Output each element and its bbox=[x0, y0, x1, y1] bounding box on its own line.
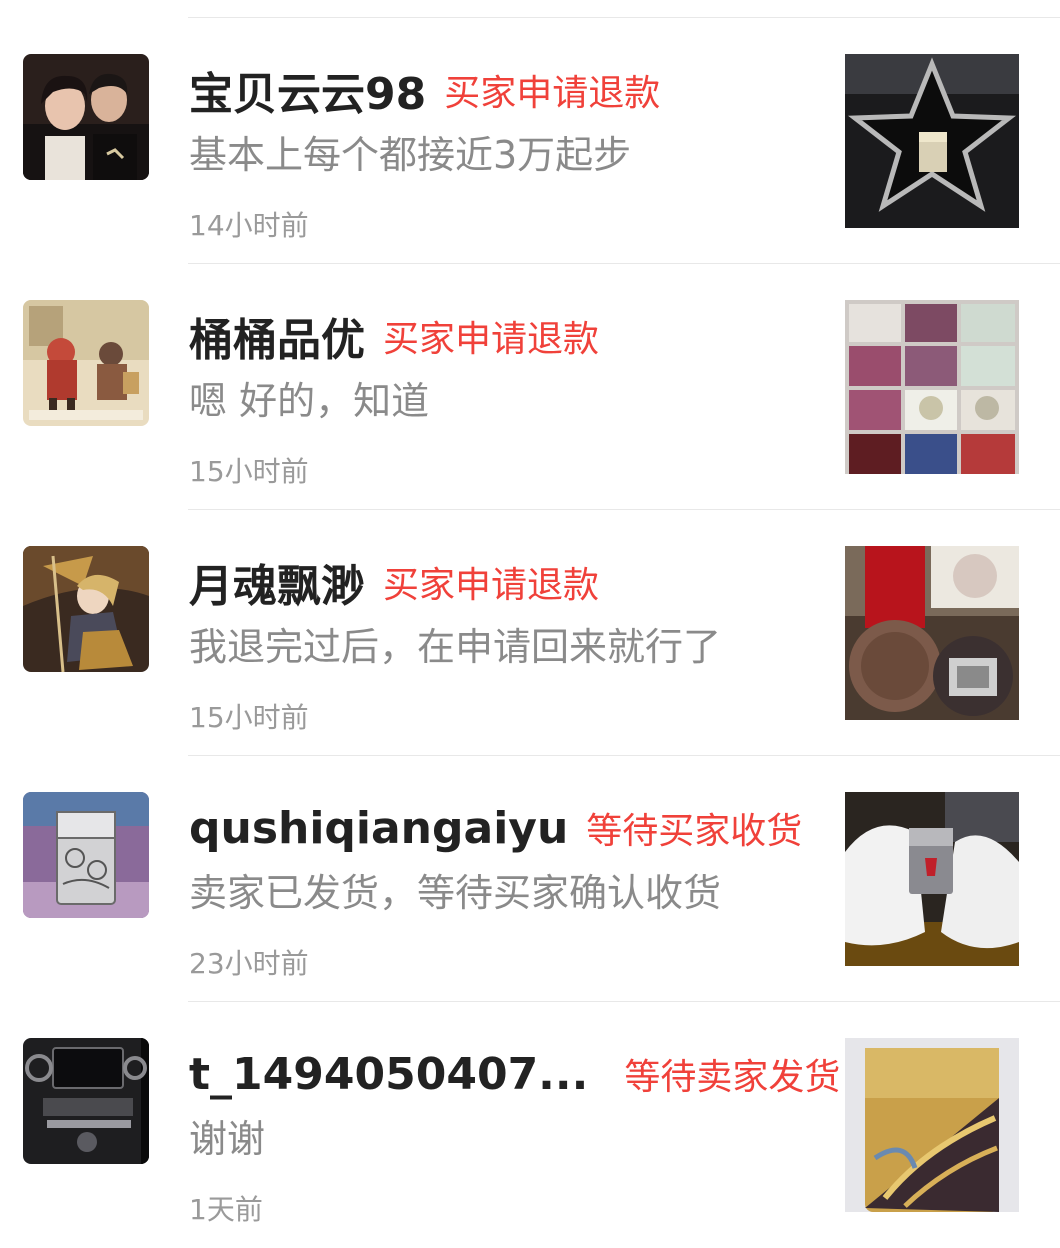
last-message: 基本上每个都接近3万起步 bbox=[189, 133, 632, 177]
last-message: 我退完过后，在申请回来就行了 bbox=[189, 625, 722, 669]
last-message: 嗯 好的，知道 bbox=[189, 379, 430, 423]
contact-name: 宝贝云云98 bbox=[189, 69, 427, 120]
avatar[interactable] bbox=[23, 1038, 149, 1164]
avatar[interactable] bbox=[23, 300, 149, 426]
product-thumbnail[interactable] bbox=[845, 1038, 1019, 1212]
product-thumbnail[interactable] bbox=[845, 300, 1019, 474]
game-character-icon bbox=[23, 546, 149, 672]
conversation-row[interactable]: 宝贝云云98 买家申请退款 基本上每个都接近3万起步 14小时前 bbox=[0, 18, 1060, 264]
name-line: 月魂飘渺 买家申请退款 bbox=[189, 552, 599, 612]
order-status: 买家申请退款 bbox=[383, 319, 600, 360]
last-message: 卖家已发货，等待买家确认收货 bbox=[189, 871, 722, 915]
avatar[interactable] bbox=[23, 792, 149, 918]
order-status: 等待买家收货 bbox=[586, 811, 803, 852]
timestamp: 14小时前 bbox=[189, 209, 309, 242]
conversation-row[interactable]: qushiqiangaiyu 等待买家收货 卖家已发货，等待买家确认收货 23小… bbox=[0, 756, 1060, 1002]
gold-lighter-icon bbox=[845, 1038, 1019, 1212]
product-thumbnail[interactable] bbox=[845, 546, 1019, 720]
car-dashboard-icon bbox=[23, 1038, 149, 1164]
order-status: 买家申请退款 bbox=[383, 565, 600, 606]
name-line: t_1494050407... 等待卖家发货 bbox=[189, 1044, 840, 1104]
contact-name: 桶桶品优 bbox=[189, 315, 365, 366]
contact-name: qushiqiangaiyu bbox=[189, 802, 569, 854]
timestamp: 1天前 bbox=[189, 1193, 263, 1226]
last-message: 谢谢 bbox=[189, 1117, 266, 1161]
couple-photo-icon bbox=[23, 54, 149, 180]
avatar[interactable] bbox=[23, 546, 149, 672]
lighter-collection-boxes-icon bbox=[845, 300, 1019, 474]
name-line: 宝贝云云98 买家申请退款 bbox=[189, 60, 660, 120]
conversation-row[interactable]: t_1494050407... 等待卖家发货 谢谢 1天前 bbox=[0, 1002, 1060, 1248]
order-status: 买家申请退款 bbox=[444, 73, 661, 114]
conversation-row[interactable]: 桶桶品优 买家申请退款 嗯 好的，知道 15小时前 bbox=[0, 264, 1060, 510]
timestamp: 15小时前 bbox=[189, 701, 309, 734]
name-line: qushiqiangaiyu 等待买家收货 bbox=[189, 798, 802, 858]
timestamp: 15小时前 bbox=[189, 455, 309, 488]
lighter-tin-boxes-icon bbox=[845, 546, 1019, 720]
contact-name: 月魂飘渺 bbox=[189, 561, 365, 612]
name-line: 桶桶品优 买家申请退款 bbox=[189, 306, 599, 366]
timestamp: 23小时前 bbox=[189, 947, 309, 980]
vintage-poster-icon bbox=[23, 300, 149, 426]
contact-name: t_1494050407... bbox=[189, 1048, 589, 1100]
conversation-list: 宝贝云云98 买家申请退款 基本上每个都接近3万起步 14小时前 桶桶品优 买家… bbox=[0, 18, 1060, 1248]
engraved-lighter-icon bbox=[23, 792, 149, 918]
star-tray-lighter-icon bbox=[845, 54, 1019, 228]
avatar[interactable] bbox=[23, 54, 149, 180]
conversation-row[interactable]: 月魂飘渺 买家申请退款 我退完过后，在申请回来就行了 15小时前 bbox=[0, 510, 1060, 756]
order-status: 等待卖家发货 bbox=[624, 1057, 841, 1098]
gloved-hands-lighter-icon bbox=[845, 792, 1019, 966]
product-thumbnail[interactable] bbox=[845, 792, 1019, 966]
product-thumbnail[interactable] bbox=[845, 54, 1019, 228]
